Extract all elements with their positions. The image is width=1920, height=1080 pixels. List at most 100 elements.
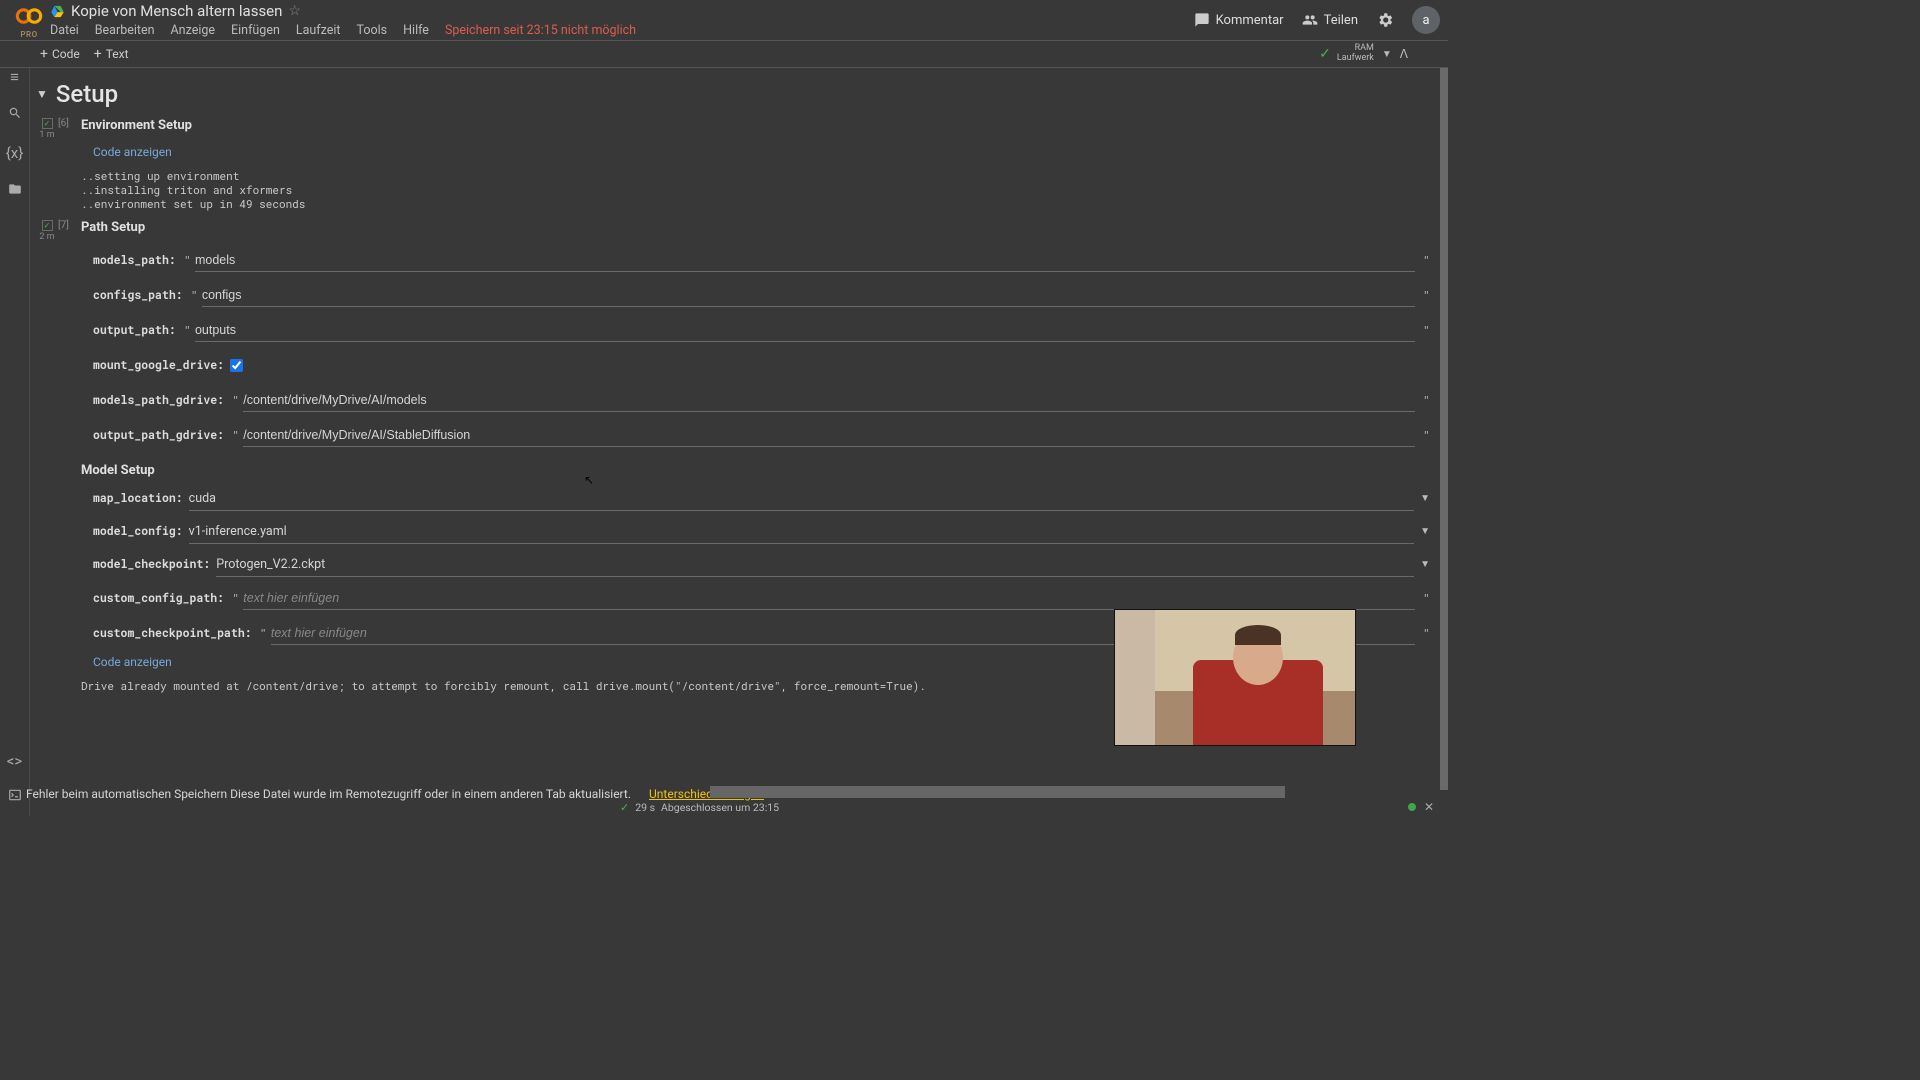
disk-label: Laufwerk — [1337, 54, 1374, 64]
menu-edit[interactable]: Bearbeiten — [95, 23, 155, 38]
menubar: Datei Bearbeiten Anzeige Einfügen Laufze… — [50, 20, 1194, 38]
field-output-path: output_path: " " — [81, 313, 1436, 348]
input-models-path-gdrive[interactable] — [243, 389, 1415, 412]
add-code-label: Code — [52, 47, 80, 61]
menu-file[interactable]: Datei — [50, 23, 79, 38]
variables-icon[interactable]: {x} — [6, 144, 24, 162]
share-label: Teilen — [1324, 13, 1358, 28]
label-models-path-gdrive: models_path_gdrive: — [81, 393, 224, 408]
notebook-title[interactable]: Kopie von Mensch altern lassen — [71, 2, 282, 20]
menu-view[interactable]: Anzeige — [171, 23, 215, 38]
select-map-location[interactable]: cuda — [189, 487, 1414, 511]
input-output-path[interactable] — [195, 319, 1415, 342]
webcam-overlay — [1114, 609, 1356, 746]
close-icon[interactable]: ✕ — [1424, 800, 1434, 814]
connected-check-icon: ✓ — [1319, 46, 1331, 62]
section-head: ▼ Setup — [36, 76, 1436, 118]
input-output-path-gdrive[interactable] — [243, 424, 1415, 447]
label-mount-gdrive: mount_google_drive: — [81, 358, 224, 373]
label-configs-path: configs_path: — [81, 288, 183, 303]
avatar-letter: a — [1422, 13, 1429, 28]
left-rail: ≡ {x} <> — [0, 68, 30, 816]
comment-button[interactable]: Kommentar — [1194, 12, 1284, 28]
chevron-down-icon[interactable]: ▼ — [1414, 526, 1436, 537]
autosave-error: Speichern seit 23:15 nicht möglich — [445, 23, 636, 38]
chevron-down-icon[interactable]: ▼ — [1414, 559, 1436, 570]
title-area: Kopie von Mensch altern lassen ☆ Datei B… — [50, 2, 1194, 38]
cell-heading: Path Setup — [81, 220, 1436, 235]
header-right: Kommentar Teilen a — [1194, 6, 1440, 34]
comment-label: Kommentar — [1216, 13, 1284, 28]
kernel-status-dot — [1408, 803, 1416, 811]
quote-close: " — [1415, 253, 1436, 269]
label-models-path: models_path: — [81, 253, 176, 268]
model-setup-heading: Model Setup — [81, 453, 1436, 482]
status-check-icon: ✓ — [620, 801, 629, 814]
scrollbar[interactable] — [1440, 68, 1448, 790]
section-collapse-icon[interactable]: ▼ — [36, 87, 48, 101]
ram-disk-text: RAM Laufwerk — [1337, 44, 1374, 64]
drive-icon — [50, 4, 65, 19]
label-model-config: model_config: — [81, 524, 183, 539]
toolbar: +Code +Text ✓ RAM Laufwerk ▼ ᐱ — [0, 40, 1448, 68]
runtime-dropdown-icon[interactable]: ▼ — [1382, 49, 1392, 60]
horizontal-scrollbar[interactable] — [710, 786, 1285, 798]
section-title: Setup — [56, 80, 118, 108]
status-bar: ✓ 29 s Abgeschlossen um 23:15 ✕ — [0, 798, 1448, 816]
menu-insert[interactable]: Einfügen — [231, 23, 280, 38]
add-text-label: Text — [106, 47, 129, 61]
label-output-path-gdrive: output_path_gdrive: — [81, 428, 224, 443]
show-code-link[interactable]: Code anzeigen — [81, 141, 1436, 169]
run-status-icon: ✓ — [42, 118, 53, 129]
ram-disk-indicator[interactable]: ✓ RAM Laufwerk — [1319, 44, 1374, 64]
run-time: 2 m — [39, 232, 54, 242]
add-text-button[interactable]: +Text — [94, 46, 129, 62]
menu-help[interactable]: Hilfe — [403, 23, 429, 38]
exec-count: [6] — [58, 118, 69, 129]
exec-count: [7] — [58, 220, 69, 231]
select-model-checkpoint[interactable]: Protogen_V2.2.ckpt — [216, 553, 1414, 577]
files-icon[interactable] — [8, 182, 22, 200]
label-map-location: map_location: — [81, 491, 183, 506]
collapse-icon[interactable]: ᐱ — [1400, 47, 1408, 61]
cursor-icon: ↖ — [584, 473, 594, 487]
toc-icon[interactable]: ≡ — [10, 68, 19, 86]
cell-environment-setup: ✓ 1 m [6] Environment Setup Code anzeige… — [38, 118, 1436, 210]
menu-tools[interactable]: Tools — [357, 23, 388, 38]
status-done: Abgeschlossen um 23:15 — [661, 801, 779, 814]
run-time: 1 m — [39, 130, 54, 140]
avatar[interactable]: a — [1412, 6, 1440, 34]
star-icon[interactable]: ☆ — [288, 3, 301, 19]
chevron-down-icon[interactable]: ▼ — [1414, 493, 1436, 504]
colab-logo-icon[interactable] — [15, 2, 43, 30]
title-row: Kopie von Mensch altern lassen ☆ — [50, 2, 1194, 20]
code-snippets-icon[interactable]: <> — [7, 752, 22, 770]
run-gutter[interactable]: ✓ 2 m — [38, 220, 56, 242]
cell-heading: Environment Setup — [81, 118, 1436, 133]
share-button[interactable]: Teilen — [1302, 12, 1358, 28]
field-mount-gdrive: mount_google_drive: — [81, 348, 1436, 383]
field-model-checkpoint: model_checkpoint: Protogen_V2.2.ckpt ▼ — [81, 548, 1436, 581]
select-model-config[interactable]: v1-inference.yaml — [189, 520, 1414, 544]
comment-icon — [1194, 12, 1210, 28]
field-models-path: models_path: " " — [81, 243, 1436, 278]
run-gutter[interactable]: ✓ 1 m — [38, 118, 56, 140]
search-icon[interactable] — [8, 106, 22, 124]
label-custom-config-path: custom_config_path: — [81, 591, 224, 606]
toolbar-right: ✓ RAM Laufwerk ▼ ᐱ — [1319, 44, 1408, 64]
run-status-icon: ✓ — [42, 220, 53, 231]
label-custom-checkpoint-path: custom_checkpoint_path: — [81, 626, 252, 641]
label-output-path: output_path: — [81, 323, 176, 338]
field-output-path-gdrive: output_path_gdrive: " " — [81, 418, 1436, 453]
people-icon — [1302, 12, 1318, 28]
menu-runtime[interactable]: Laufzeit — [296, 23, 341, 38]
input-models-path[interactable] — [195, 249, 1415, 272]
checkbox-mount-gdrive[interactable] — [230, 359, 243, 372]
input-configs-path[interactable] — [202, 284, 1415, 307]
add-code-button[interactable]: +Code — [40, 46, 80, 62]
input-custom-config-path[interactable] — [243, 587, 1415, 610]
gear-icon[interactable] — [1376, 11, 1394, 29]
status-time: 29 s — [635, 801, 655, 814]
field-configs-path: configs_path: " " — [81, 278, 1436, 313]
field-map-location: map_location: cuda ▼ — [81, 482, 1436, 515]
